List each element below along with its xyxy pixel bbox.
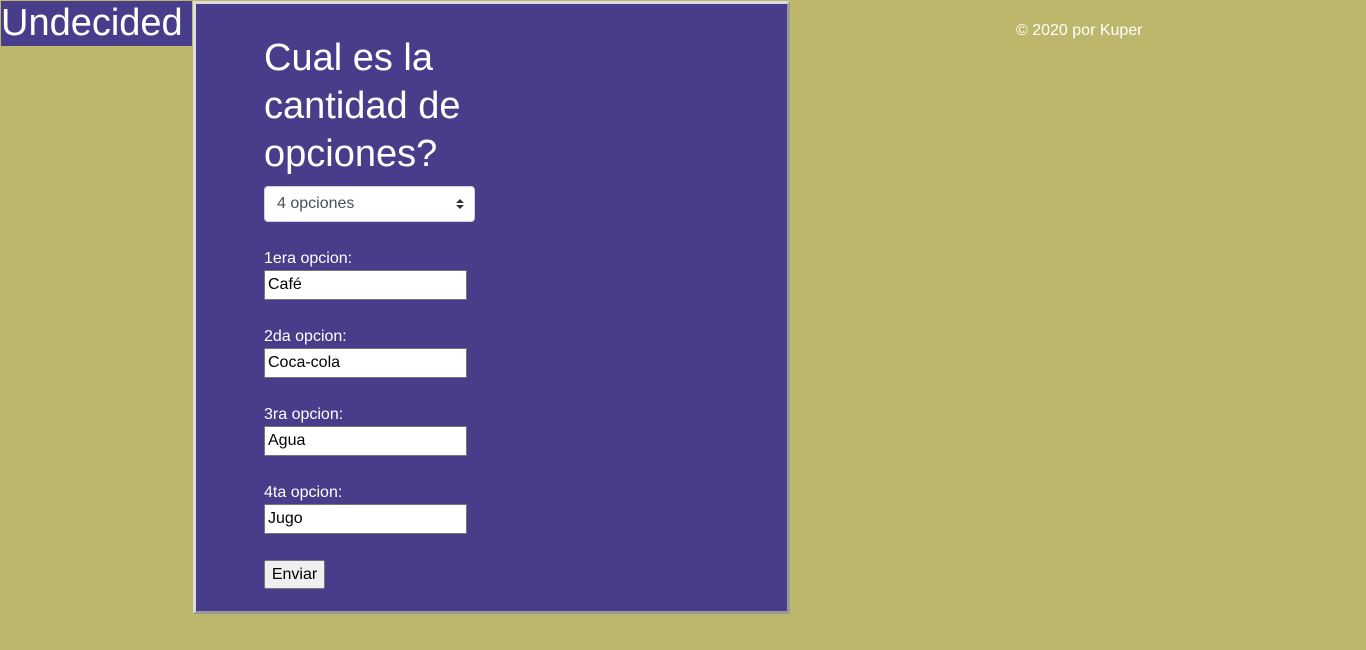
option-3-label: 3ra opcion: <box>264 406 344 423</box>
submit-button[interactable]: Enviar <box>264 560 325 589</box>
option-2-label: 2da opcion: <box>264 328 347 345</box>
option-field-3: 3ra opcion: <box>264 406 504 456</box>
site-title: Undecided <box>1 1 192 46</box>
option-field-4: 4ta opcion: <box>264 484 504 534</box>
options-count-select[interactable]: 4 opciones <box>264 186 475 222</box>
form-panel: Cual es la cantidad de opciones? 4 opcio… <box>193 1 790 614</box>
option-2-input[interactable] <box>264 348 467 378</box>
options-count-selected-value: 4 opciones <box>277 195 355 212</box>
option-1-label: 1era opcion: <box>264 250 353 267</box>
option-field-2: 2da opcion: <box>264 328 504 378</box>
form-content: Cual es la cantidad de opciones? 4 opcio… <box>264 34 504 589</box>
option-1-input[interactable] <box>264 270 467 300</box>
question-heading: Cual es la cantidad de opciones? <box>264 37 461 175</box>
option-field-1: 1era opcion: <box>264 250 504 300</box>
select-arrows-icon <box>456 187 464 221</box>
option-4-input[interactable] <box>264 504 467 534</box>
option-3-input[interactable] <box>264 426 467 456</box>
option-4-label: 4ta opcion: <box>264 484 343 501</box>
copyright-text: © 2020 por Kuper <box>1016 22 1143 39</box>
